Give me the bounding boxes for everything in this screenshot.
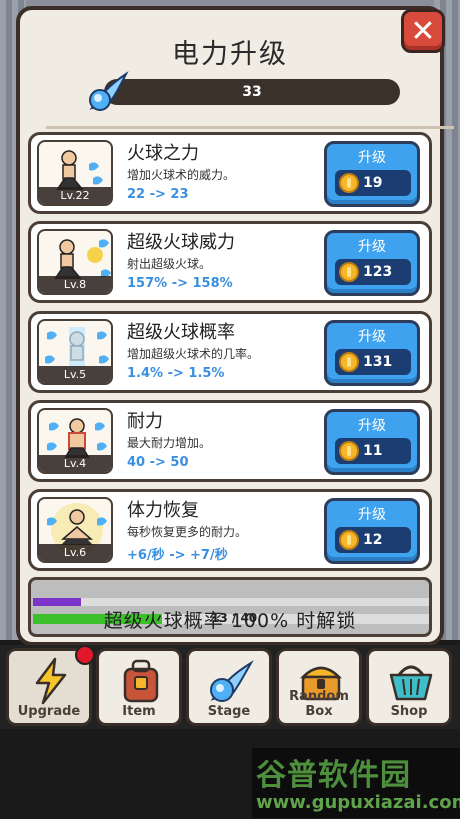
upgrade-button-label: 升级 [358,239,386,255]
skill-stat: 1.4% -> 1.5% [127,366,225,381]
skill-level: Lv.6 [39,544,111,561]
cost-pill: 123 [335,259,411,285]
cost-pill: 11 [335,438,411,464]
cost-pill: 12 [335,527,411,553]
skill-stat: +6/秒 -> +7/秒 [127,548,228,563]
skill-stat: 157% -> 158% [127,276,233,291]
coin-icon [339,352,359,372]
skill-card: Lv.4 耐力 最大耐力增加。 40 -> 50 升级 11 [28,400,432,482]
fireball-icon [210,660,254,702]
upgrade-button[interactable]: 升级 131 [324,320,420,386]
upgrade-button-label: 升级 [358,507,386,523]
upgrade-button-label: 升级 [358,150,386,166]
upgrade-button[interactable]: 升级 123 [324,230,420,296]
tab-label: Random Box [289,689,349,719]
skill-name: 超级火球威力 [127,232,235,253]
basket-icon [389,665,433,701]
power-bar: 33 [104,79,400,105]
progress-track-purple [33,598,429,606]
watermark-url: www.gupuxiazai.com [256,792,460,813]
skill-level: Lv.4 [39,455,111,472]
skill-description: 最大耐力增加。 [127,436,212,450]
skill-stat: 40 -> 50 [127,455,189,470]
tab-label: Upgrade [17,704,81,719]
notification-badge [75,645,95,665]
power-value: 33 [242,84,262,100]
upgrade-button[interactable]: 升级 11 [324,409,420,475]
upgrade-cost: 131 [363,354,393,370]
skill-portrait: Lv.4 [37,408,113,474]
skill-portrait: Lv.6 [37,497,113,563]
skill-portrait: Lv.8 [37,229,113,295]
upgrade-button[interactable]: 升级 12 [324,498,420,564]
skill-level: Lv.5 [39,366,111,383]
skill-card: Lv.5 超级火球概率 增加超级火球术的几率。 1.4% -> 1.5% 升级 … [28,311,432,393]
skill-level: Lv.22 [39,187,111,204]
tab-stage[interactable]: Stage [186,648,272,726]
dialog-title: 电力升级 [172,39,288,70]
tab-item[interactable]: Item [96,648,182,726]
skill-name: 体力恢复 [127,500,199,521]
skill-portrait: Lv.5 [37,319,113,385]
upgrade-cost: 12 [363,532,383,548]
coin-icon [339,441,359,461]
divider [46,126,454,129]
backpack-icon [123,659,159,703]
progress-fill-purple [33,598,81,606]
skill-card: Lv.6 体力恢复 每秒恢复更多的耐力。 +6/秒 -> +7/秒 升级 12 [28,489,432,571]
upgrade-button-label: 升级 [358,418,386,434]
coin-icon [339,530,359,550]
fireball-icon [89,71,129,111]
tab-shop[interactable]: Shop [366,648,452,726]
upgrade-button-label: 升级 [358,329,386,345]
tab-random-box[interactable]: Random Box [276,648,362,726]
skill-description: 每秒恢复更多的耐力。 [127,525,248,539]
skill-card: Lv.8 超级火球威力 射出超级火球。 157% -> 158% 升级 123 [28,221,432,303]
skill-description: 射出超级火球。 [127,257,212,271]
tab-label: Shop [390,704,428,719]
coin-icon [339,173,359,193]
progress-count: 13 / 40 [211,611,258,625]
skill-name: 耐力 [127,411,163,432]
lightning-icon [35,657,67,705]
skill-portrait: Lv.22 [37,140,113,206]
upgrade-cost: 123 [363,264,393,280]
skill-description: 增加超级火球术的几率。 [127,347,260,361]
locked-skill-row: 超级火球概率 100% 时解锁 13 / 40 [28,577,432,637]
close-button[interactable]: ✕ [401,9,445,53]
skill-stat: 22 -> 23 [127,187,189,202]
coin-icon [339,262,359,282]
cost-pill: 131 [335,349,411,375]
cost-pill: 19 [335,170,411,196]
skill-card: Lv.22 火球之力 增加火球术的威力。 22 -> 23 升级 19 [28,132,432,214]
upgrade-cost: 19 [363,175,383,191]
skill-description: 增加火球术的威力。 [127,168,236,182]
bottom-tab-bar: Upgrade Item Stage Random Box Shop [0,645,460,729]
skill-name: 火球之力 [127,143,199,164]
upgrade-button[interactable]: 升级 19 [324,141,420,207]
upgrade-cost: 11 [363,443,383,459]
tab-label: Item [122,704,156,719]
skill-level: Lv.8 [39,276,111,293]
watermark: 谷普软件园 www.gupuxiazai.com [252,748,460,818]
watermark-title: 谷普软件园 [256,758,411,793]
tab-label: Stage [207,704,251,719]
skill-name: 超级火球概率 [127,322,235,343]
